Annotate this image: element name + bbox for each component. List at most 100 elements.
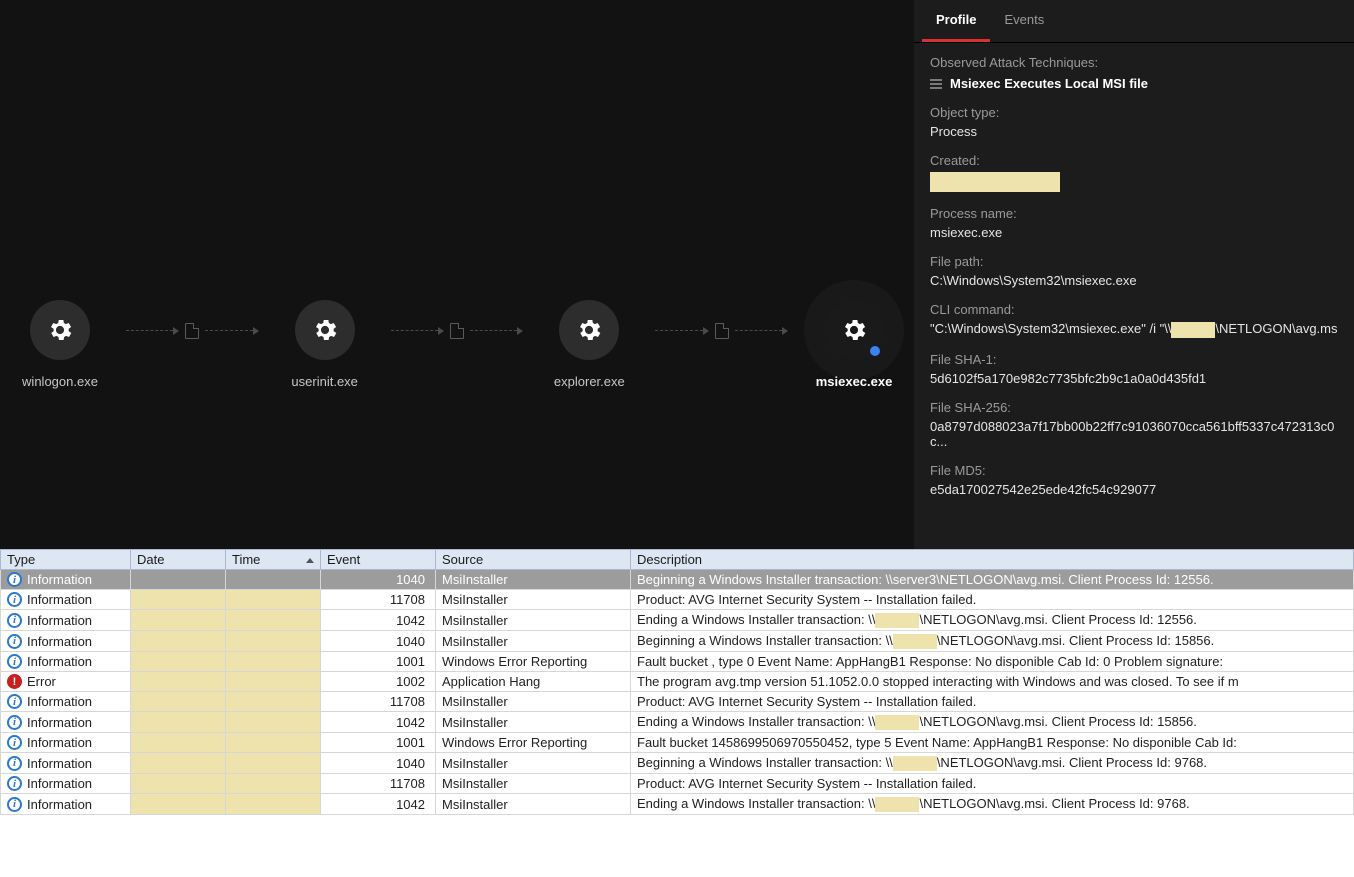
table-row[interactable]: iInformation1042MsiInstallerEnding a Win… <box>1 712 1354 733</box>
event-description: Ending a Windows Installer transaction: … <box>631 712 1354 733</box>
table-row[interactable]: iInformation1042MsiInstallerEnding a Win… <box>1 794 1354 815</box>
event-description: Ending a Windows Installer transaction: … <box>631 794 1354 815</box>
event-id: 11708 <box>321 774 436 794</box>
connector <box>385 323 530 339</box>
info-icon: i <box>7 634 22 649</box>
col-description[interactable]: Description <box>631 550 1354 570</box>
created-label: Created: <box>930 153 1338 168</box>
event-id: 1042 <box>321 794 436 815</box>
col-time[interactable]: Time <box>226 550 321 570</box>
table-row[interactable]: iInformation1001Windows Error ReportingF… <box>1 652 1354 672</box>
event-description: Beginning a Windows Installer transactio… <box>631 753 1354 774</box>
info-icon: i <box>7 654 22 669</box>
info-icon: i <box>7 592 22 607</box>
col-date[interactable]: Date <box>131 550 226 570</box>
type-text: Information <box>27 572 92 587</box>
event-description: Beginning a Windows Installer transactio… <box>631 631 1354 652</box>
file-path-value: C:\Windows\System32\msiexec.exe <box>930 273 1338 288</box>
event-id: 1001 <box>321 733 436 753</box>
process-node-winlogon[interactable]: winlogon.exe <box>0 300 120 389</box>
redacted-time <box>226 774 321 794</box>
process-node-msiexec[interactable]: msiexec.exe <box>794 300 914 389</box>
redacted-host <box>875 715 919 730</box>
object-type-label: Object type: <box>930 105 1338 120</box>
process-name-value: msiexec.exe <box>930 225 1338 240</box>
info-icon: i <box>7 735 22 750</box>
redacted-date <box>131 712 226 733</box>
status-dot <box>870 346 880 356</box>
type-text: Information <box>27 694 92 709</box>
process-chain-graph[interactable]: winlogon.exe userinit.exe explorer.exe msie… <box>0 0 914 549</box>
redacted-date <box>131 794 226 815</box>
event-source: Application Hang <box>436 672 631 692</box>
sha256-label: File SHA-256: <box>930 400 1338 415</box>
table-row[interactable]: iInformation1001Windows Error ReportingF… <box>1 733 1354 753</box>
type-text: Information <box>27 797 92 812</box>
sha256-value: 0a8797d088023a7f17bb00b22ff7c91036070cca… <box>930 419 1338 449</box>
table-row[interactable]: iInformation1040MsiInstallerBeginning a … <box>1 631 1354 652</box>
event-id: 1042 <box>321 712 436 733</box>
table-row[interactable]: iInformation1040MsiInstallerBeginning a … <box>1 570 1354 590</box>
sha1-label: File SHA-1: <box>930 352 1338 367</box>
type-text: Information <box>27 592 92 607</box>
gear-icon <box>295 300 355 360</box>
event-source: MsiInstaller <box>436 692 631 712</box>
redacted-date <box>131 590 226 610</box>
table-row[interactable]: iInformation1040MsiInstallerBeginning a … <box>1 753 1354 774</box>
process-graph-and-panel: winlogon.exe userinit.exe explorer.exe msie… <box>0 0 1354 549</box>
col-type[interactable]: Type <box>1 550 131 570</box>
table-row[interactable]: iInformation11708MsiInstallerProduct: AV… <box>1 774 1354 794</box>
process-name-label: Process name: <box>930 206 1338 221</box>
md5-label: File MD5: <box>930 463 1338 478</box>
event-source: MsiInstaller <box>436 753 631 774</box>
col-source[interactable]: Source <box>436 550 631 570</box>
info-icon: i <box>7 572 22 587</box>
type-text: Information <box>27 756 92 771</box>
col-event[interactable]: Event <box>321 550 436 570</box>
oat-item[interactable]: Msiexec Executes Local MSI file <box>930 76 1338 91</box>
type-text: Information <box>27 634 92 649</box>
info-icon: i <box>7 797 22 812</box>
table-row[interactable]: iInformation1042MsiInstallerEnding a Win… <box>1 610 1354 631</box>
event-description: The program avg.tmp version 51.1052.0.0 … <box>631 672 1354 692</box>
redacted-date <box>131 652 226 672</box>
redacted-time <box>226 794 321 815</box>
gear-icon <box>824 300 884 360</box>
redacted-time <box>226 570 321 590</box>
event-log: Type Date Time Event Source Description … <box>0 549 1354 877</box>
event-source: MsiInstaller <box>436 590 631 610</box>
gear-icon <box>30 300 90 360</box>
connector <box>120 323 265 339</box>
process-node-userinit[interactable]: userinit.exe <box>265 300 385 389</box>
oat-value: Msiexec Executes Local MSI file <box>950 76 1148 91</box>
redacted-date <box>131 753 226 774</box>
redacted-time <box>226 733 321 753</box>
redacted-date <box>131 733 226 753</box>
node-label: explorer.exe <box>554 374 625 389</box>
event-source: MsiInstaller <box>436 631 631 652</box>
error-icon: ! <box>7 674 22 689</box>
event-id: 1001 <box>321 652 436 672</box>
type-text: Information <box>27 735 92 750</box>
table-row[interactable]: iInformation11708MsiInstallerProduct: AV… <box>1 590 1354 610</box>
redacted-date <box>131 631 226 652</box>
event-id: 1040 <box>321 570 436 590</box>
details-panel: Profile Events Observed Attack Technique… <box>914 0 1354 549</box>
process-node-explorer[interactable]: explorer.exe <box>529 300 649 389</box>
redacted-host <box>875 797 919 812</box>
list-icon <box>930 79 942 89</box>
event-id: 11708 <box>321 692 436 712</box>
event-description: Fault bucket , type 0 Event Name: AppHan… <box>631 652 1354 672</box>
info-icon: i <box>7 776 22 791</box>
event-source: MsiInstaller <box>436 712 631 733</box>
tab-profile[interactable]: Profile <box>922 0 990 42</box>
event-id: 1002 <box>321 672 436 692</box>
node-label: winlogon.exe <box>22 374 98 389</box>
event-source: Windows Error Reporting <box>436 733 631 753</box>
redacted-date <box>131 692 226 712</box>
redacted-host <box>875 613 919 628</box>
table-row[interactable]: iInformation11708MsiInstallerProduct: AV… <box>1 692 1354 712</box>
table-row[interactable]: !Error1002Application HangThe program av… <box>1 672 1354 692</box>
tab-events[interactable]: Events <box>990 0 1058 42</box>
redacted-date <box>131 610 226 631</box>
